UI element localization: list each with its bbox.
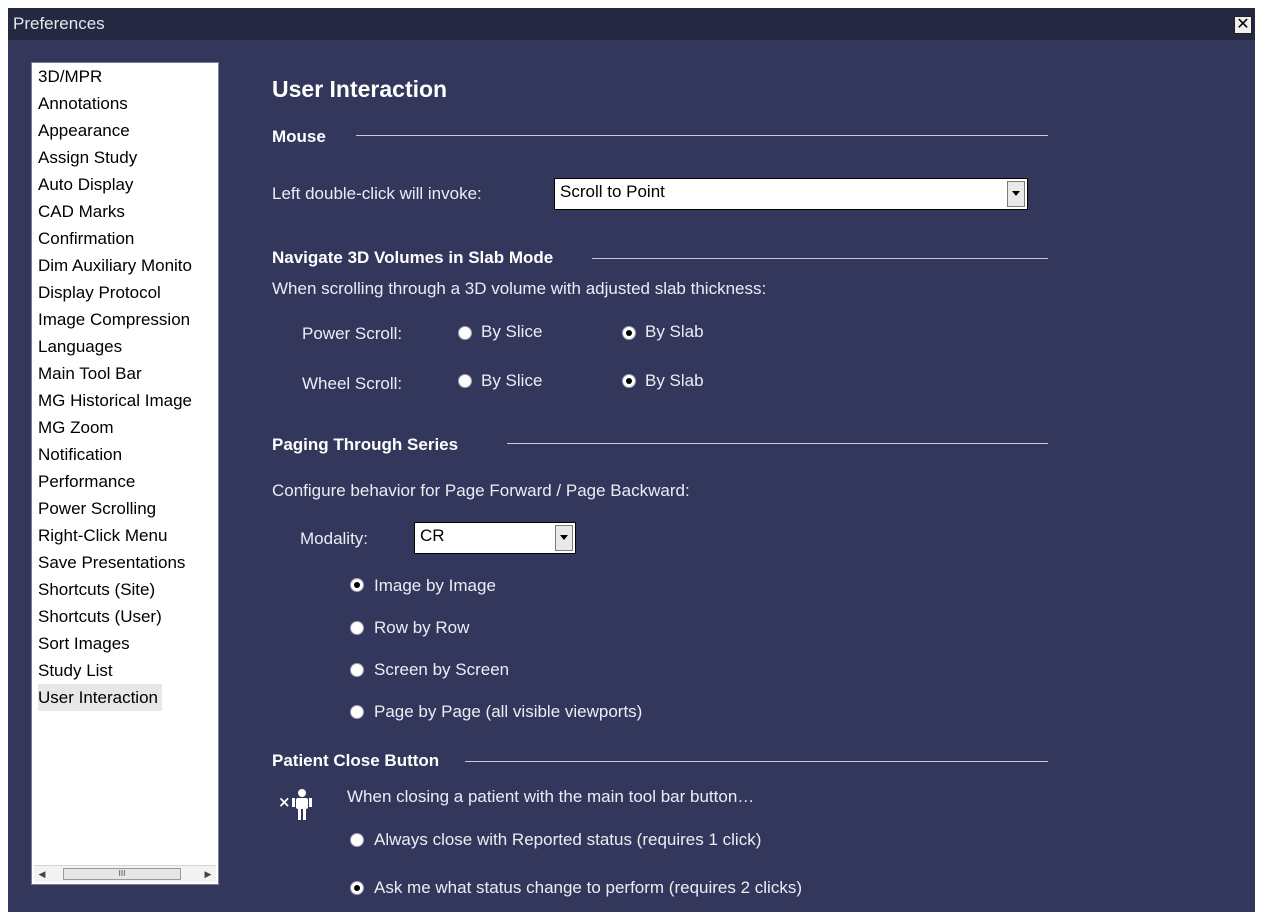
paging-screen-by-screen-label: Screen by Screen bbox=[374, 660, 510, 679]
horizontal-scrollbar[interactable]: ◀ III ▶ bbox=[34, 865, 216, 882]
sidebar-item-shortcuts-user[interactable]: Shortcuts (User) bbox=[38, 603, 166, 630]
close-description: When closing a patient with the main too… bbox=[347, 787, 755, 806]
sidebar-item-shortcuts-site[interactable]: Shortcuts (Site) bbox=[38, 576, 159, 603]
category-list[interactable]: 3D/MPR Annotations Appearance Assign Stu… bbox=[31, 62, 219, 885]
modality-label: Modality: bbox=[300, 529, 369, 548]
slab-divider bbox=[592, 258, 1048, 259]
slab-heading: Navigate 3D Volumes in Slab Mode bbox=[272, 248, 554, 267]
paging-row-by-row-label: Row by Row bbox=[374, 618, 470, 637]
sidebar-item-assign-study[interactable]: Assign Study bbox=[38, 144, 141, 171]
svg-text:×: × bbox=[278, 793, 291, 811]
paging-screen-by-screen-radio[interactable] bbox=[350, 663, 364, 677]
close-divider bbox=[465, 761, 1048, 762]
sidebar-item-auto-display[interactable]: Auto Display bbox=[38, 171, 137, 198]
sidebar-item-user-interaction[interactable]: User Interaction bbox=[38, 684, 162, 711]
paging-description: Configure behavior for Page Forward / Pa… bbox=[272, 481, 690, 500]
sidebar-item-appearance[interactable]: Appearance bbox=[38, 117, 134, 144]
mouse-heading: Mouse bbox=[272, 127, 326, 146]
modality-value: CR bbox=[420, 526, 445, 545]
sidebar-item-display-protocol[interactable]: Display Protocol bbox=[38, 279, 165, 306]
modality-dropdown[interactable]: CR bbox=[414, 522, 576, 554]
close-heading: Patient Close Button bbox=[272, 751, 440, 770]
sidebar-item-mg-zoom[interactable]: MG Zoom bbox=[38, 414, 118, 441]
scroll-left-icon[interactable]: ◀ bbox=[34, 866, 50, 882]
power-scroll-by-slab-label: By Slab bbox=[645, 322, 704, 341]
sidebar-item-sort-images[interactable]: Sort Images bbox=[38, 630, 134, 657]
sidebar-item-notification[interactable]: Notification bbox=[38, 441, 126, 468]
double-click-value: Scroll to Point bbox=[560, 182, 665, 201]
paging-image-by-image-radio[interactable] bbox=[350, 578, 364, 592]
power-scroll-by-slab-radio[interactable] bbox=[622, 326, 636, 340]
paging-heading: Paging Through Series bbox=[272, 435, 459, 454]
preferences-window: Preferences ✕ 3D/MPR Annotations Appeara… bbox=[8, 8, 1255, 912]
scroll-right-icon[interactable]: ▶ bbox=[200, 866, 216, 882]
slab-description: When scrolling through a 3D volume with … bbox=[272, 279, 767, 298]
sidebar-item-main-tool-bar[interactable]: Main Tool Bar bbox=[38, 360, 146, 387]
window-title: Preferences bbox=[13, 14, 105, 33]
power-scroll-by-slice-label: By Slice bbox=[481, 322, 543, 341]
paging-row-by-row-radio[interactable] bbox=[350, 621, 364, 635]
chevron-down-icon[interactable] bbox=[555, 525, 573, 551]
close-patient-icon: × bbox=[278, 789, 312, 820]
power-scroll-label: Power Scroll: bbox=[302, 324, 403, 343]
scroll-thumb[interactable]: III bbox=[63, 868, 181, 880]
sidebar-item-confirmation[interactable]: Confirmation bbox=[38, 225, 138, 252]
sidebar-item-dim-auxiliary-monitor[interactable]: Dim Auxiliary Monito bbox=[38, 252, 196, 279]
paging-divider bbox=[507, 443, 1048, 444]
sidebar-item-study-list[interactable]: Study List bbox=[38, 657, 117, 684]
double-click-dropdown[interactable]: Scroll to Point bbox=[554, 178, 1028, 210]
sidebar-item-performance[interactable]: Performance bbox=[38, 468, 139, 495]
mouse-divider bbox=[356, 135, 1048, 136]
wheel-scroll-by-slice-radio[interactable] bbox=[458, 374, 472, 388]
double-click-label: Left double-click will invoke: bbox=[272, 184, 482, 203]
wheel-scroll-by-slice-label: By Slice bbox=[481, 371, 543, 390]
power-scroll-by-slice-radio[interactable] bbox=[458, 326, 472, 340]
paging-page-by-page-radio[interactable] bbox=[350, 705, 364, 719]
sidebar-item-annotations[interactable]: Annotations bbox=[38, 90, 132, 117]
title-bar: Preferences ✕ bbox=[8, 8, 1255, 40]
wheel-scroll-by-slab-label: By Slab bbox=[645, 371, 704, 390]
sidebar-item-power-scrolling[interactable]: Power Scrolling bbox=[38, 495, 160, 522]
wheel-scroll-label: Wheel Scroll: bbox=[302, 374, 403, 393]
close-reported-label: Always close with Reported status (requi… bbox=[374, 830, 762, 849]
sidebar-item-save-presentations[interactable]: Save Presentations bbox=[38, 549, 189, 576]
close-reported-radio[interactable] bbox=[350, 833, 364, 847]
sidebar-item-image-compression[interactable]: Image Compression bbox=[38, 306, 194, 333]
paging-page-by-page-label: Page by Page (all visible viewports) bbox=[374, 702, 643, 721]
sidebar-item-cad-marks[interactable]: CAD Marks bbox=[38, 198, 129, 225]
chevron-down-icon[interactable] bbox=[1007, 181, 1025, 207]
sidebar-item-3d-mpr[interactable]: 3D/MPR bbox=[38, 63, 106, 90]
sidebar-item-mg-historical-image[interactable]: MG Historical Image bbox=[38, 387, 196, 414]
sidebar-item-languages[interactable]: Languages bbox=[38, 333, 126, 360]
close-ask-me-label: Ask me what status change to perform (re… bbox=[374, 878, 802, 897]
close-ask-me-radio[interactable] bbox=[350, 881, 364, 895]
page-title: User Interaction bbox=[272, 76, 448, 102]
wheel-scroll-by-slab-radio[interactable] bbox=[622, 374, 636, 388]
sidebar-item-right-click-menu[interactable]: Right-Click Menu bbox=[38, 522, 171, 549]
close-button[interactable]: ✕ bbox=[1234, 16, 1252, 34]
paging-image-by-image-label: Image by Image bbox=[374, 576, 496, 595]
